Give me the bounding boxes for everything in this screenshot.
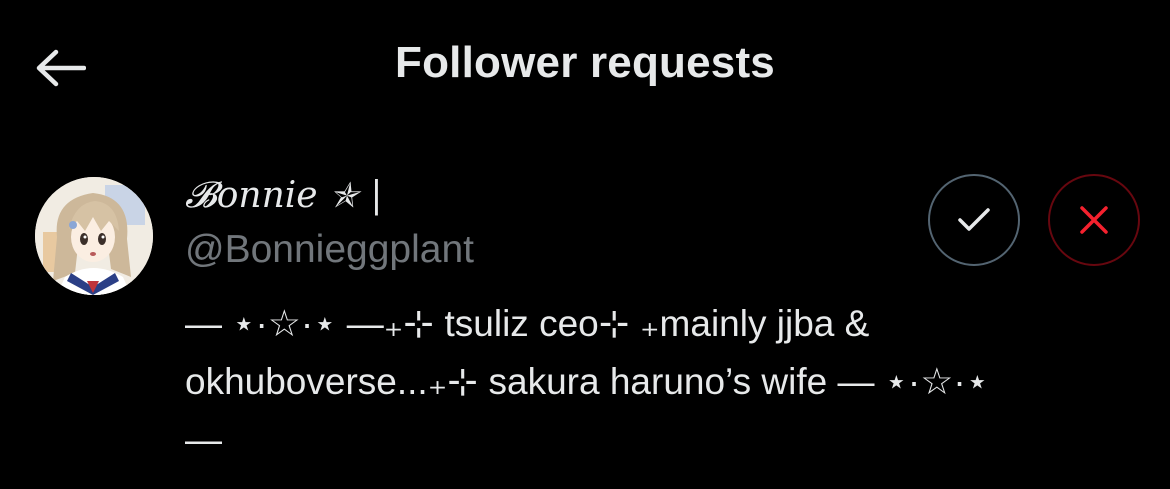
header-bar: Follower requests [0,0,1170,135]
user-handle[interactable]: @Bonnieggplant [185,228,474,272]
bio-line: — ⋆·☆·⋆ —₊⊹ tsuliz ceo⊹ ₊mainly jjba & [185,303,870,344]
page-title: Follower requests [395,38,775,87]
avatar[interactable] [35,177,153,295]
bio-line: — [185,419,222,460]
avatar-image [35,177,153,295]
user-bio: — ⋆·☆·⋆ —₊⊹ tsuliz ceo⊹ ₊mainly jjba & o… [185,295,1025,469]
accept-request-button[interactable] [928,174,1020,266]
display-name[interactable]: 𝓑onnie ✯ | [185,175,383,217]
decline-request-button[interactable] [1048,174,1140,266]
checkmark-icon [958,208,990,231]
bio-line: okhuboverse...₊⊹ sakura haruno’s wife — … [185,361,989,402]
close-icon [1080,206,1108,234]
